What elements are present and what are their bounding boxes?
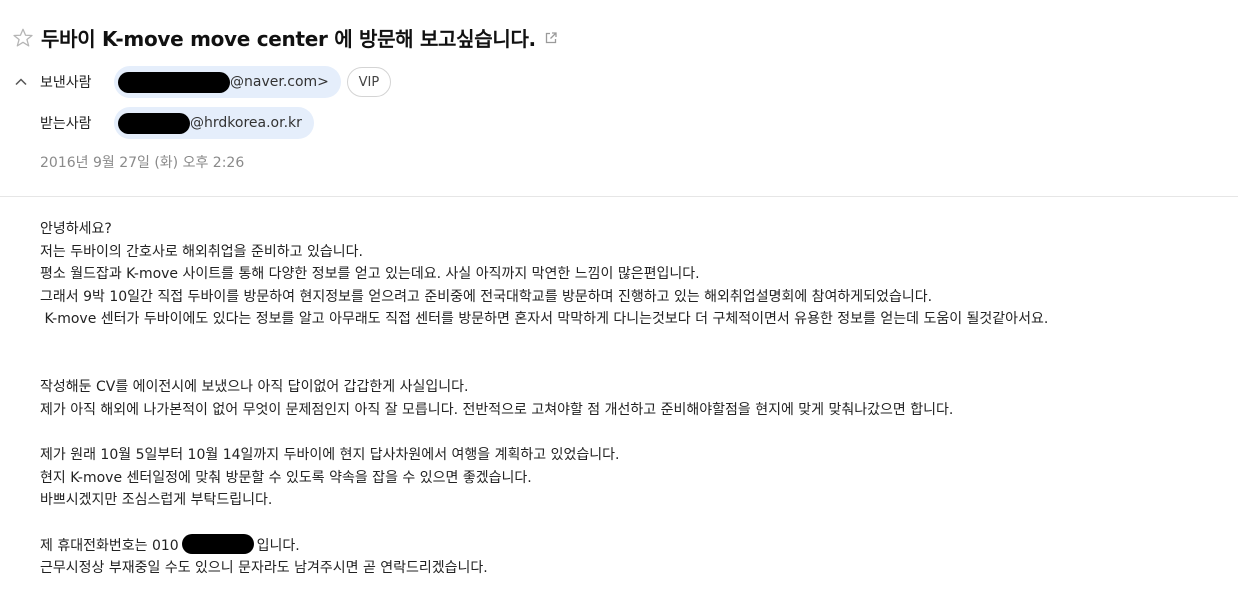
body-line: 평소 월드잡과 K-move 사이트를 통해 다양한 정보를 얻고 있는데요. … bbox=[40, 266, 700, 283]
recipient-email: @hrdkorea.or.kr bbox=[190, 115, 302, 131]
sender-email: @naver.com> bbox=[230, 74, 329, 90]
sender-redaction bbox=[118, 71, 230, 93]
body-line: 바쁘시겠지만 조심스럽게 부탁드립니다. bbox=[40, 492, 273, 509]
body-line: 안녕하세요? bbox=[40, 221, 112, 237]
sender-label: 보낸사람 bbox=[40, 75, 92, 91]
body-line: 제가 아직 해외에 나가본적이 없어 무엇이 문제점인지 아직 잘 모릅니다. … bbox=[40, 401, 954, 418]
chevron-up-icon[interactable] bbox=[14, 75, 28, 89]
recipient-redaction bbox=[118, 112, 190, 134]
phone-line: 제 휴대전화번호는 010 입니다. bbox=[40, 534, 1220, 557]
email-body: 안녕하세요? 저는 두바이의 간호사로 해외취업을 준비하고 있습니다. 평소 … bbox=[40, 218, 1220, 580]
vip-button[interactable]: VIP bbox=[346, 67, 391, 97]
phone-prefix: 제 휴대전화번호는 010 bbox=[40, 538, 179, 555]
recipient-label: 받는사람 bbox=[40, 116, 92, 132]
sender-row: 보낸사람 @naver.com> VIP bbox=[14, 66, 391, 98]
body-line: 근무시정상 부재중일 수도 있으니 문자라도 남겨주시면 곧 연락드리겠습니다. bbox=[40, 559, 488, 576]
body-line: 저는 두바이의 간호사로 해외취업을 준비하고 있습니다. bbox=[40, 243, 363, 260]
body-line: K-move 센터가 두바이에도 있다는 정보를 알고 아무래도 직접 센터를 … bbox=[40, 311, 1049, 328]
popout-window-icon[interactable] bbox=[544, 31, 558, 45]
email-header: 두바이 K-move move center 에 방문해 보고싶습니다. 보낸사… bbox=[0, 0, 1238, 197]
recipient-row: 받는사람 @hrdkorea.or.kr bbox=[40, 107, 314, 139]
phone-redaction bbox=[181, 534, 254, 555]
subject-row: 두바이 K-move move center 에 방문해 보고싶습니다. bbox=[12, 23, 558, 52]
email-date: 2016년 9월 27일 (화) 오후 2:26 bbox=[40, 155, 245, 171]
body-line: 제가 원래 10월 5일부터 10월 14일까지 두바이에 현지 답사차원에서 … bbox=[40, 446, 620, 463]
phone-suffix: 입니다. bbox=[256, 538, 300, 555]
body-line: 그래서 9박 10일간 직접 두바이를 방문하여 현지정보를 얻으려고 준비중에… bbox=[40, 288, 933, 305]
recipient-chip[interactable]: @hrdkorea.or.kr bbox=[114, 107, 314, 139]
email-subject: 두바이 K-move move center 에 방문해 보고싶습니다. bbox=[41, 27, 536, 51]
body-line: 작성해둔 CV를 에이전시에 보냈으나 아직 답이없어 갑갑한게 사실입니다. bbox=[40, 379, 469, 396]
body-line: 현지 K-move 센터일정에 맞춰 방문할 수 있도록 약속을 잡을 수 있으… bbox=[40, 469, 532, 486]
star-outline-icon[interactable] bbox=[12, 27, 34, 49]
sender-chip[interactable]: @naver.com> bbox=[114, 66, 341, 98]
